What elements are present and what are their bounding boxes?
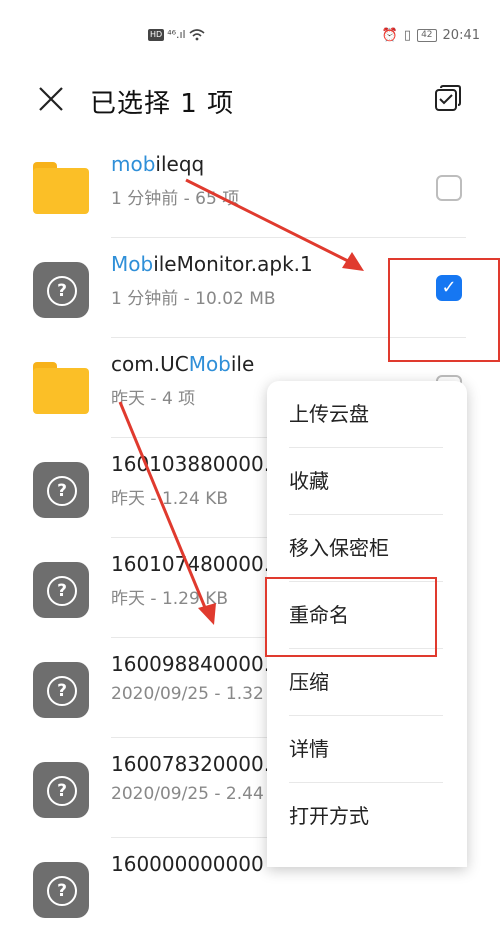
battery-icon: 42	[417, 29, 437, 42]
file-name: 160103880000..	[111, 452, 277, 476]
unknown-file-icon: ?	[33, 662, 89, 718]
file-meta: 2020/09/25 - 2.44	[111, 784, 264, 804]
file-meta: 昨天 - 4 项	[111, 389, 196, 409]
file-name: mobileqq	[111, 152, 205, 176]
file-meta: 2020/09/25 - 1.32	[111, 684, 264, 704]
folder-icon	[33, 362, 89, 418]
folder-icon	[33, 162, 89, 218]
select-checkbox[interactable]	[436, 175, 462, 201]
unknown-file-icon: ?	[33, 262, 89, 318]
vibrate-icon: ▯	[403, 28, 412, 43]
unknown-file-icon: ?	[33, 562, 89, 618]
menu-item-details[interactable]: 详情	[289, 716, 443, 783]
annotation-box-checkbox	[388, 258, 500, 362]
unknown-file-icon: ?	[33, 762, 89, 818]
menu-item-move-to-safe[interactable]: 移入保密柜	[289, 515, 443, 582]
status-bar: HD ⁴⁶.ıl ⏰ ▯ 42 20:41	[0, 0, 500, 70]
signal-icon: ⁴⁶.ıl	[167, 28, 186, 41]
hd-badge: HD	[148, 28, 165, 41]
file-name: 160107480000..	[111, 552, 277, 576]
file-name: 160000000000	[111, 852, 264, 876]
close-icon[interactable]	[36, 84, 66, 114]
file-row[interactable]: mobileqq 1 分钟前 - 65 项	[0, 138, 500, 238]
menu-item-upload-cloud[interactable]: 上传云盘	[289, 381, 443, 448]
file-name: com.UCMobile	[111, 352, 255, 376]
status-time: 20:41	[442, 28, 480, 43]
file-name: 160098840000..	[111, 652, 277, 676]
alarm-icon: ⏰	[381, 28, 398, 43]
wifi-icon	[189, 28, 205, 40]
file-meta: 1 分钟前 - 65 项	[111, 189, 240, 209]
file-name: MobileMonitor.apk.1	[111, 252, 313, 276]
file-meta: 昨天 - 1.29 KB	[111, 589, 229, 609]
file-name: 160078320000..	[111, 752, 277, 776]
page-title: 已选择 1 项	[90, 89, 235, 119]
unknown-file-icon: ?	[33, 462, 89, 518]
menu-item-open-with[interactable]: 打开方式	[289, 783, 443, 849]
annotation-box-rename	[265, 577, 437, 657]
unknown-file-icon: ?	[33, 862, 89, 918]
file-meta: 昨天 - 1.24 KB	[111, 489, 229, 509]
menu-item-compress[interactable]: 压缩	[289, 649, 443, 716]
network-indicator: HD ⁴⁶.ıl	[148, 28, 205, 41]
select-all-icon[interactable]	[434, 84, 462, 112]
status-right: ⏰ ▯ 42 20:41	[382, 28, 480, 43]
menu-item-favorite[interactable]: 收藏	[289, 448, 443, 515]
file-meta: 1 分钟前 - 10.02 MB	[111, 289, 276, 309]
selection-header: 已选择 1 项	[0, 80, 500, 124]
